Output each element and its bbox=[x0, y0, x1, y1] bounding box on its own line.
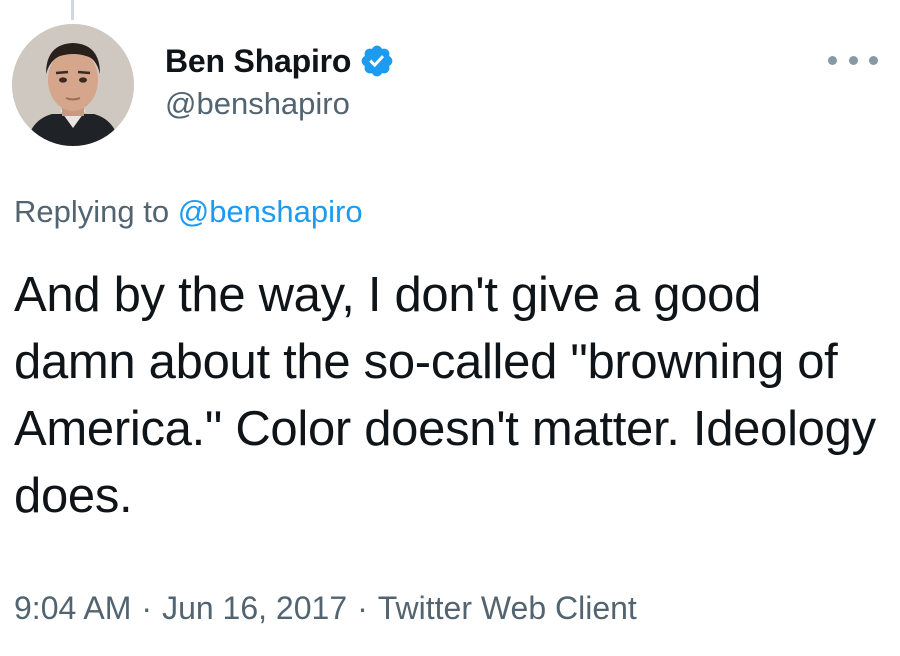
replying-to-label: Replying to bbox=[14, 194, 170, 229]
metadata-separator: · bbox=[141, 590, 153, 626]
author-display-name[interactable]: Ben Shapiro bbox=[165, 43, 351, 80]
tweet-author: Ben Shapiro @benshapiro bbox=[165, 40, 395, 122]
verified-badge-icon bbox=[359, 43, 395, 79]
more-options-icon[interactable] bbox=[828, 50, 878, 70]
replying-to-handle-link[interactable]: @benshapiro bbox=[178, 194, 363, 229]
metadata-separator: · bbox=[357, 590, 368, 626]
author-name-row: Ben Shapiro bbox=[165, 40, 395, 82]
tweet-text: And by the way, I don't give a good damn… bbox=[14, 268, 876, 523]
avatar[interactable] bbox=[12, 24, 134, 146]
thread-connector-line bbox=[71, 0, 74, 20]
replying-to: Replying to @benshapiro bbox=[14, 194, 363, 230]
more-dot bbox=[828, 55, 837, 65]
more-dot bbox=[869, 55, 878, 65]
tweet-time-link[interactable]: 9:04 AM bbox=[14, 590, 131, 626]
tweet-date-link[interactable]: Jun 16, 2017 bbox=[162, 590, 347, 626]
avatar-photo bbox=[12, 24, 134, 146]
author-handle[interactable]: @benshapiro bbox=[165, 86, 395, 122]
tweet-client-link[interactable]: Twitter Web Client bbox=[378, 590, 637, 626]
more-dot bbox=[848, 55, 858, 65]
tweet-metadata: 9:04 AM · Jun 16, 2017 · Twitter Web Client bbox=[14, 590, 637, 627]
